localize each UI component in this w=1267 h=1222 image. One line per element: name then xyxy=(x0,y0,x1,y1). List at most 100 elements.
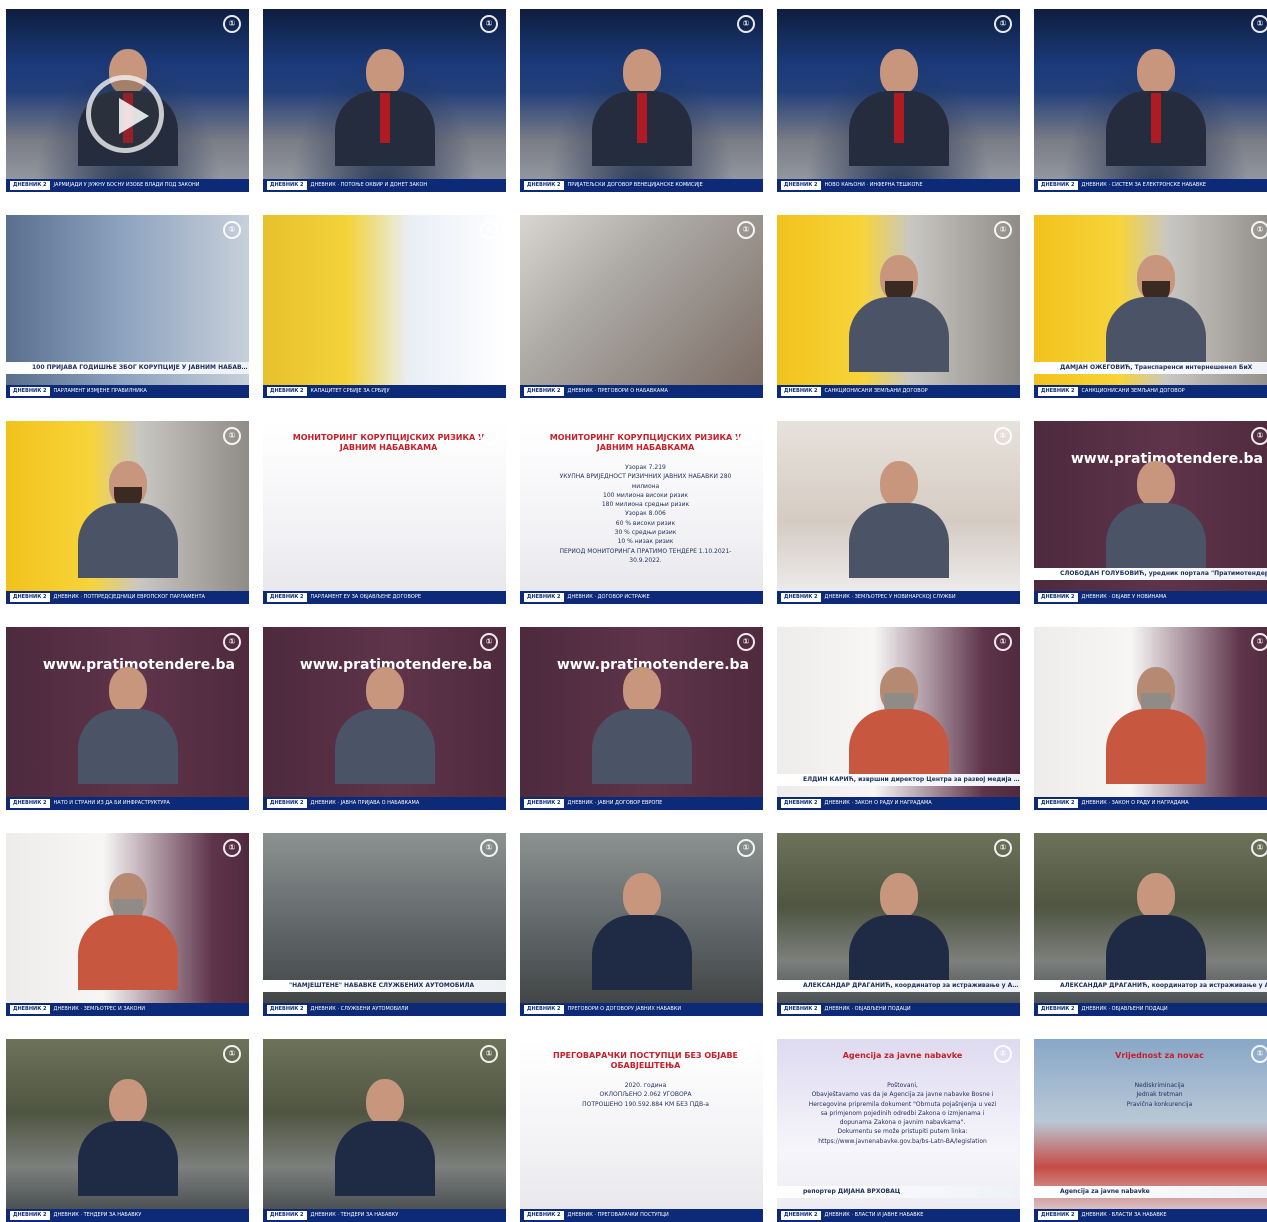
ticker-text: ДНЕВНИК · ВЛАСТИ И ЈАВНЕ НАБАВКЕ xyxy=(824,1212,924,1218)
channel-logo-icon: ① xyxy=(223,15,241,33)
video-thumbnail[interactable]: ① ДНЕВНИК 2 ДНЕВНИК · СИСТЕМ ЗА ЕЛЕКТРОНСК… xyxy=(1034,9,1267,192)
person-figure xyxy=(73,659,183,784)
ticker-tag: ДНЕВНИК 2 xyxy=(781,799,821,808)
ticker-tag: ДНЕВНИК 2 xyxy=(267,1211,307,1220)
news-ticker: ДНЕВНИК 2 ДНЕВНИК · ПОТОЊЕ ОКВИР И ДОНЕТ … xyxy=(263,179,506,192)
news-ticker: ДНЕВНИК 2 ДНЕВНИК · ОБЈАВЕ У НОВИНАМА xyxy=(1034,591,1267,604)
news-ticker: ДНЕВНИК 2 ДНЕВНИК · СЛУЖБЕНИ АУТОМОБИЛИ xyxy=(263,1003,506,1016)
channel-logo-icon: ① xyxy=(223,1045,241,1063)
ticker-tag: ДНЕВНИК 2 xyxy=(781,387,821,396)
video-thumbnail[interactable]: ① ДНЕВНИК 2 ДНЕВНИК · ПОТОЊЕ ОКВИР И ДОНЕТ… xyxy=(263,9,506,192)
video-thumbnail[interactable]: www.pratimotendere.ba ① СЛОБОДАН ГОЛУБОВИЋ… xyxy=(1034,421,1267,604)
news-ticker: ДНЕВНИК 2 ДНЕВНИК · ЈАВНА ПРИЈАВА О НАБАВ… xyxy=(263,797,506,810)
ticker-text: НАТО И СТРАНИ ИЗ ДА БИ ИНФРАСТРУКТУРА xyxy=(53,800,170,806)
video-thumbnail[interactable]: Agencija za javne nabavke Poštovani, Obavj… xyxy=(777,1039,1020,1222)
video-thumbnail[interactable]: ① АЛЕКСАНДАР ДРАГАНИЋ, координатор за ист… xyxy=(777,833,1020,1016)
channel-logo-icon: ① xyxy=(737,221,755,239)
video-thumbnail[interactable]: www.pratimotendere.ba ① ДНЕВНИК 2 НАТО И СТ… xyxy=(6,627,249,810)
video-thumbnail[interactable]: www.pratimotendere.ba ① ДНЕВНИК 2 ДНЕВНИК ·… xyxy=(263,627,506,810)
overlay-lines: 2020. година ОКЛОПЉЕНО 2.062 УГОВОРА ПОТРО… xyxy=(548,1081,743,1109)
person-figure xyxy=(73,1071,183,1196)
overlay-title: Vrijednost za novac xyxy=(1115,1051,1204,1060)
person-figure xyxy=(330,41,440,166)
news-ticker: ДНЕВНИК 2 ДНЕВНИК · СИСТЕМ ЗА ЕЛЕКТРОНСКЕ… xyxy=(1034,179,1267,192)
ticker-tag: ДНЕВНИК 2 xyxy=(524,1211,564,1220)
channel-logo-icon: ① xyxy=(1251,839,1267,857)
person-figure xyxy=(844,41,954,166)
ticker-tag: ДНЕВНИК 2 xyxy=(1038,593,1078,602)
news-ticker: ДНЕВНИК 2 ДНЕВНИК · ЗАКОН О РАДУ И НАГРАД… xyxy=(1034,797,1267,810)
person-figure xyxy=(1101,247,1211,372)
channel-logo-icon: ① xyxy=(737,633,755,651)
video-thumbnail[interactable]: МОНИТОРИНГ КОРУПЦИЈСКИХ РИЗИКА У ЈАВНИМ … xyxy=(263,421,506,604)
overlay-line: УКУПНА ВРИЈЕДНОСТ РИЗИЧНИХ ЈАВНИХ НАБАВК… xyxy=(559,473,732,490)
video-thumbnail[interactable]: ① АЛЕКСАНДАР ДРАГАНИЋ, координатор за ист… xyxy=(1034,833,1267,1016)
news-ticker: ДНЕВНИК 2 ДНЕВНИК · ПРЕГОВАРАЧКИ ПОСТУПЦИ xyxy=(520,1209,763,1222)
play-icon[interactable] xyxy=(86,75,164,153)
video-thumbnail[interactable]: ① ДНЕВНИК 2 ДНЕВНИК · ЗЕМЉОТРЕС У НОВИНАРС… xyxy=(777,421,1020,604)
news-ticker: ДНЕВНИК 2 ДНЕВНИК · ОБЈАВЉЕНИ ПОДАЦИ xyxy=(777,1003,1020,1016)
video-thumbnail[interactable]: МОНИТОРИНГ КОРУПЦИЈСКИХ РИЗИКА У ЈАВНИМ … xyxy=(520,421,763,604)
video-thumbnail[interactable]: ПРЕГОВАРАЧКИ ПОСТУПЦИ БЕЗ ОБЈАВЕ ОБАВЈЕШ… xyxy=(520,1039,763,1222)
video-thumbnail[interactable]: www.pratimotendere.ba ① ДНЕВНИК 2 ДНЕВНИК ·… xyxy=(520,627,763,810)
channel-logo-icon: ① xyxy=(223,221,241,239)
channel-logo-icon: ① xyxy=(737,427,755,445)
ticker-tag: ДНЕВНИК 2 xyxy=(267,593,307,602)
overlay-title: МОНИТОРИНГ КОРУПЦИЈСКИХ РИЗИКА У ЈАВНИМ … xyxy=(292,433,485,453)
video-thumbnail[interactable]: ① ДНЕВНИК 2 КАПАЦИТЕТ СРБИЈЕ ЗА СРБИЈУ xyxy=(263,215,506,398)
channel-logo-icon: ① xyxy=(223,427,241,445)
channel-logo-icon: ① xyxy=(737,1045,755,1063)
video-thumbnail[interactable]: ① ДНЕВНИК 2 ДНЕВНИК · ЗАКОН О РАДУ И НАГРА… xyxy=(1034,627,1267,810)
channel-logo-icon: ① xyxy=(737,15,755,33)
video-thumbnail[interactable]: ① ДНЕВНИК 2 ПРЕГОВОРИ О ДОГОВОРУ ЈАВНИХ НА… xyxy=(520,833,763,1016)
video-thumbnail[interactable]: Vrijednost za novac Nediskriminacija Jedna… xyxy=(1034,1039,1267,1222)
person-figure xyxy=(844,247,954,372)
ticker-tag: ДНЕВНИК 2 xyxy=(524,593,564,602)
news-ticker: ДНЕВНИК 2 ПРЕГОВОРИ О ДОГОВОРУ ЈАВНИХ НАБ… xyxy=(520,1003,763,1016)
overlay-line: ПОТРОШЕНО 190.592.884 КМ БЕЗ ПДВ-а xyxy=(582,1100,709,1108)
video-thumbnail[interactable]: ① ДНЕВНИК 2 НОВО КАЊОНИ · ИНФЕРНА ТЕШКОЋЕ xyxy=(777,9,1020,192)
person-figure xyxy=(587,659,697,784)
overlay-line: https://www.javnenabavke.gov.ba/bs-Latn-… xyxy=(818,1137,987,1145)
ticker-tag: ДНЕВНИК 2 xyxy=(1038,799,1078,808)
ticker-tag: ДНЕВНИК 2 xyxy=(1038,181,1078,190)
ticker-text: ДНЕВНИК · ЈАВНИ ДОГОВОР ЕВРОПЕ xyxy=(567,800,663,806)
overlay-line: Jednak tretman xyxy=(1136,1091,1183,1099)
video-thumbnail[interactable]: ① ЕЛДИН КАРИЋ, извршни директор Центра за… xyxy=(777,627,1020,810)
ticker-tag: ДНЕВНИК 2 xyxy=(781,593,821,602)
channel-logo-icon: ① xyxy=(223,633,241,651)
ticker-text: ПРИЈАТЕЉСКИ ДОГОВОР ВЕНЕЦИЈАНСКЕ КОМИСИЈ… xyxy=(567,182,703,188)
video-thumbnail[interactable]: ① ДНЕВНИК 2 ДНЕВНИК · ЗЕМЉОТРЕС И ЗАКОНИ xyxy=(6,833,249,1016)
video-thumbnail-grid: ① ДНЕВНИК 2 ЈАРМИЈАДИ У ЈУЖНУ БОСНУ ИЗОБЕ … xyxy=(6,9,1267,1222)
video-thumbnail[interactable]: ① ДНЕВНИК 2 ПРИЈАТЕЉСКИ ДОГОВОР ВЕНЕЦИЈАНС… xyxy=(520,9,763,192)
ticker-tag: ДНЕВНИК 2 xyxy=(524,1005,564,1014)
video-thumbnail[interactable]: ① ДАМЈАН ОЖЕГОВИЋ, Транспаренси интернеше… xyxy=(1034,215,1267,398)
ticker-tag: ДНЕВНИК 2 xyxy=(267,181,307,190)
lower-third-caption: ДАМЈАН ОЖЕГОВИЋ, Транспаренси интернешен… xyxy=(1034,362,1267,374)
channel-logo-icon: ① xyxy=(480,221,498,239)
ticker-tag: ДНЕВНИК 2 xyxy=(10,1005,50,1014)
video-thumbnail[interactable]: ① ДНЕВНИК 2 САНКЦИОНИСАНИ ЗЕМЉАНИ ДОГОВОР xyxy=(777,215,1020,398)
lower-third-caption: "НАМЈЕШТЕНЕ" НАБАВКЕ СЛУЖБЕНИХ АУТОМОБИЛ… xyxy=(263,980,506,992)
ticker-text: НОВО КАЊОНИ · ИНФЕРНА ТЕШКОЋЕ xyxy=(824,182,923,188)
overlay-line: 2020. година xyxy=(624,1082,667,1089)
channel-logo-icon: ① xyxy=(994,427,1012,445)
channel-logo-icon: ① xyxy=(994,15,1012,33)
video-thumbnail[interactable]: ① "НАМЈЕШТЕНЕ" НАБАВКЕ СЛУЖБЕНИХ АУТОМОБИ… xyxy=(263,833,506,1016)
lower-third-caption: 100 ПРИЈАВА ГОДИШЊЕ ЗБОГ КОРУПЦИЈЕ У ЈАВ… xyxy=(6,362,249,374)
video-thumbnail[interactable]: ① ДНЕВНИК 2 ДНЕВНИК · ТЕНДЕРИ ЗА НАБАВКУ xyxy=(263,1039,506,1222)
video-thumbnail[interactable]: ① ДНЕВНИК 2 ДНЕВНИК · ТЕНДЕРИ ЗА НАБАВКУ xyxy=(6,1039,249,1222)
ticker-text: ДНЕВНИК · ТЕНДЕРИ ЗА НАБАВКУ xyxy=(310,1212,399,1218)
person-figure xyxy=(73,453,183,578)
video-thumbnail[interactable]: ① ДНЕВНИК 2 ЈАРМИЈАДИ У ЈУЖНУ БОСНУ ИЗОБЕ … xyxy=(6,9,249,192)
ticker-text: ДНЕВНИК · ПРЕГОВАРАЧКИ ПОСТУПЦИ xyxy=(567,1212,669,1218)
overlay-line: Dokumentu se može pristupiti putem linka… xyxy=(837,1128,968,1136)
video-thumbnail[interactable]: ① ДНЕВНИК 2 ДНЕВНИК · ПРЕГОВОРИ О НАБАВКАМ… xyxy=(520,215,763,398)
ticker-text: ДНЕВНИК · ДОГОВОР ИСТРАЖЕ xyxy=(567,594,650,600)
video-thumbnail[interactable]: ① ДНЕВНИК 2 ДНЕВНИК · ПОТПРЕДСЈЕДНИЦИ ЕВРО… xyxy=(6,421,249,604)
news-ticker: ДНЕВНИК 2 ДНЕВНИК · ЗЕМЉОТРЕС У НОВИНАРСК… xyxy=(777,591,1020,604)
overlay-lines: Узорак 7.219 УКУПНА ВРИЈЕДНОСТ РИЗИЧНИХ Ј… xyxy=(548,463,743,565)
news-ticker: ДНЕВНИК 2 САНКЦИОНИСАНИ ЗЕМЉАНИ ДОГОВОР xyxy=(1034,385,1267,398)
video-thumbnail[interactable]: ① 100 ПРИЈАВА ГОДИШЊЕ ЗБОГ КОРУПЦИЈЕ У ЈА… xyxy=(6,215,249,398)
overlay-lines: Nediskriminacija Jednak tretman Pravična k… xyxy=(1062,1081,1257,1109)
